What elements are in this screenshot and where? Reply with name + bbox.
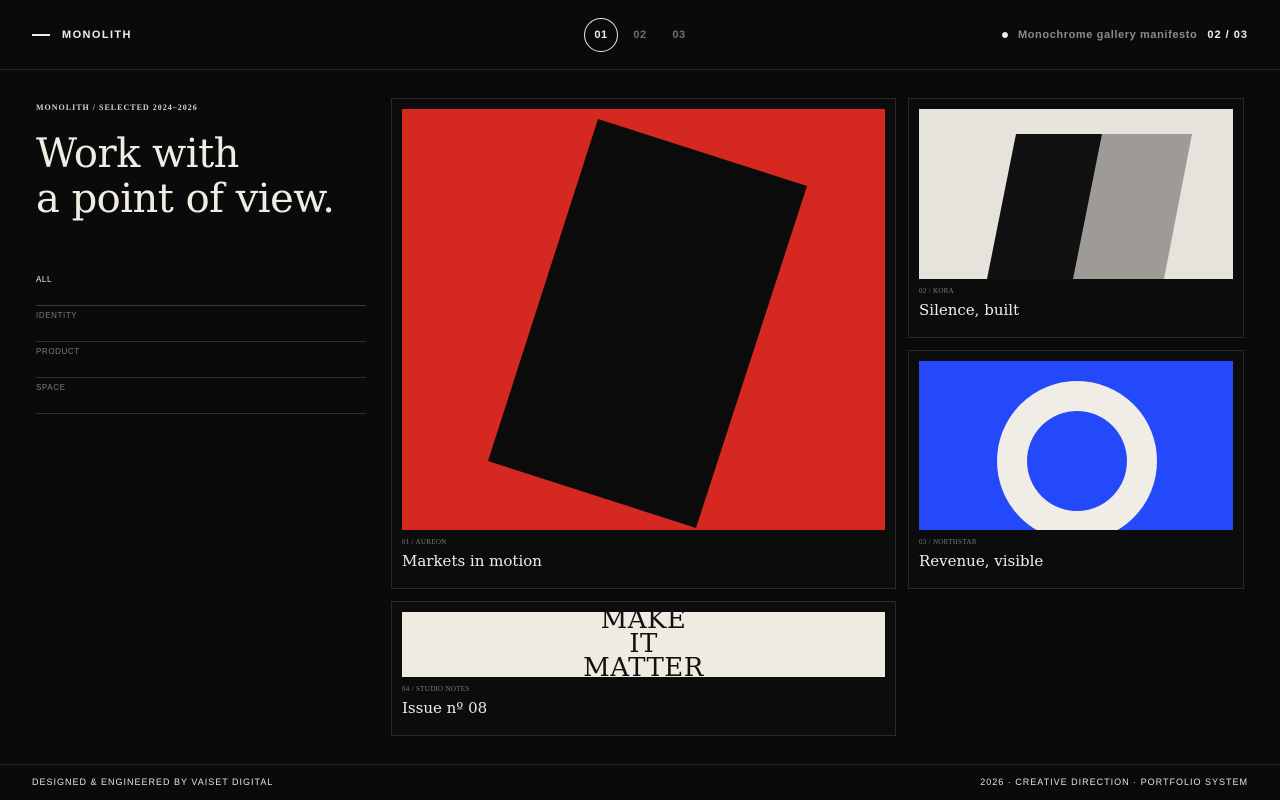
project-card-aureon[interactable]: 01 / AUREON Markets in motion — [391, 98, 896, 589]
slide-counter: 02 / 03 — [1207, 29, 1248, 41]
project-image-northstar — [919, 361, 1233, 530]
poster-line-3: MATTER — [583, 653, 704, 677]
project-meta: 03 / NORTHSTAR — [919, 538, 977, 546]
footer: DESIGNED & ENGINEERED BY VAISET DIGITAL … — [0, 764, 1280, 800]
project-image-kora — [919, 109, 1233, 279]
project-title: Silence, built — [919, 301, 1020, 319]
brand-logo[interactable]: MONOLITH — [32, 27, 132, 43]
project-title: Markets in motion — [402, 552, 542, 570]
pager-item-01[interactable]: 01 — [584, 18, 618, 52]
filter-all[interactable]: ALL — [36, 270, 366, 306]
status-dot-icon — [1001, 32, 1008, 38]
pager-item-03[interactable]: 03 — [662, 18, 696, 52]
slide-pager: 01 02 03 — [584, 18, 701, 52]
brand-dash-icon — [32, 34, 50, 36]
black-slab-artwork — [488, 119, 807, 528]
project-card-kora[interactable]: 02 / KORA Silence, built — [908, 98, 1244, 338]
page-title: Work with a point of view. — [36, 132, 366, 222]
poster-typography: MAKE IT MATTER — [402, 612, 885, 677]
project-card-studio-notes[interactable]: MAKE IT MATTER 04 / STUDIO NOTES Issue n… — [391, 601, 896, 736]
category-filters: ALL IDENTITY PRODUCT SPACE — [36, 270, 366, 414]
footer-info: 2026 · CREATIVE DIRECTION · PORTFOLIO SY… — [980, 777, 1248, 787]
project-image-aureon — [402, 109, 885, 530]
page-title-line-1: Work with — [36, 131, 239, 177]
page-title-line-2: a point of view. — [36, 176, 335, 222]
status-indicator: Monochrome gallery manifesto 02 / 03 — [1001, 27, 1248, 43]
project-meta: 02 / KORA — [919, 287, 954, 295]
eyebrow-label: MONOLITH / SELECTED 2024–2026 — [36, 103, 198, 112]
sidebar: MONOLITH / SELECTED 2024–2026 Work with … — [36, 100, 366, 414]
footer-credit: DESIGNED & ENGINEERED BY VAISET DIGITAL — [32, 777, 274, 787]
status-text: Monochrome gallery manifesto — [1017, 29, 1198, 41]
filter-identity[interactable]: IDENTITY — [36, 306, 366, 342]
pager-item-02[interactable]: 02 — [623, 18, 657, 52]
filter-space[interactable]: SPACE — [36, 378, 366, 414]
project-title: Revenue, visible — [919, 552, 1044, 570]
project-meta: 04 / STUDIO NOTES — [402, 685, 470, 693]
brand-name: MONOLITH — [62, 29, 132, 41]
filter-product[interactable]: PRODUCT — [36, 342, 366, 378]
project-title: Issue nº 08 — [402, 699, 488, 717]
top-bar: MONOLITH 01 02 03 Monochrome gallery man… — [0, 0, 1280, 70]
project-card-northstar[interactable]: 03 / NORTHSTAR Revenue, visible — [908, 350, 1244, 589]
parallelograms-artwork — [987, 134, 1192, 279]
ring-artwork — [997, 381, 1157, 530]
project-image-studio-notes: MAKE IT MATTER — [402, 612, 885, 677]
project-meta: 01 / AUREON — [402, 538, 447, 546]
